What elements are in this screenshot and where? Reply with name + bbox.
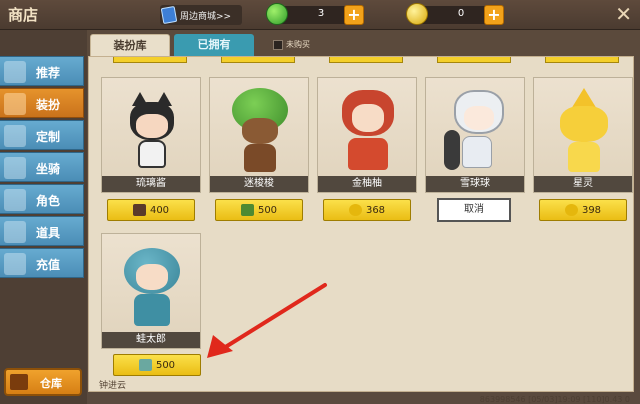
merch-mall-button[interactable]: 周边商城>>: [160, 5, 242, 25]
outfit-name: 雪球球: [426, 176, 524, 192]
unpurchased-checkbox[interactable]: [273, 39, 283, 50]
gem-balance: 3 +: [266, 3, 364, 25]
merch-mall-label: 周边商城>>: [180, 11, 232, 22]
tab-bar: 装扮库 已拥有 未购买: [87, 30, 640, 56]
outfit-name: 迷梭梭: [210, 176, 308, 192]
chest-icon: [10, 374, 28, 390]
thumbs-up-icon: [4, 61, 26, 83]
buy-button[interactable]: 400: [107, 199, 195, 221]
tree-icon: [240, 204, 254, 216]
tab-owned[interactable]: 已拥有: [174, 34, 254, 56]
gem-count: 3: [317, 8, 325, 19]
buy-button[interactable]: 398: [539, 199, 627, 221]
frog-icon: [138, 359, 152, 371]
outfit-card-wataro[interactable]: 蛙太郎: [101, 233, 201, 349]
outfit-name: 琉璃酱: [102, 176, 200, 192]
outfit-preview: [554, 88, 614, 174]
outfit-preview: [444, 90, 508, 174]
coin-icon: [348, 204, 362, 216]
outfit-name: 金柚柚: [318, 176, 416, 192]
tab-outfit-library[interactable]: 装扮库: [90, 34, 170, 56]
outfit-card-liulijiang[interactable]: 琉璃酱: [101, 77, 201, 193]
sidebar-item-custom[interactable]: 定制: [0, 120, 84, 150]
sidebar-item-recommend[interactable]: 推荐: [0, 56, 84, 86]
add-coins-button[interactable]: +: [484, 5, 504, 25]
coin-count: 0: [457, 8, 465, 19]
gem-icon: [266, 3, 288, 25]
shopping-bag-icon: [160, 5, 178, 25]
outfit-grid: 琉璃酱 400 迷梭梭 500 金柚柚 368 雪球球 取消 星灵 398 蛙太…: [88, 56, 634, 392]
outfit-icon: [4, 93, 26, 115]
buy-button[interactable]: 368: [323, 199, 411, 221]
outfit-name: 蛙太郎: [102, 332, 200, 348]
coins-stack-icon: [4, 253, 26, 275]
prev-row-button[interactable]: [545, 57, 619, 63]
outfit-preview: [126, 92, 178, 172]
warehouse-button[interactable]: 仓库: [4, 368, 82, 396]
unpurchased-filter[interactable]: 未购买: [273, 39, 310, 50]
add-gems-button[interactable]: +: [344, 5, 364, 25]
outfit-preview: [338, 90, 398, 174]
status-bar: 863998546 [05/03]19:09 [110]0.43 0: [479, 395, 630, 404]
coin-balance: 0 +: [406, 3, 504, 25]
sidebar-item-mounts[interactable]: 坐骑: [0, 152, 84, 182]
outfit-preview: [120, 242, 184, 330]
sidebar-item-props[interactable]: 道具: [0, 216, 84, 246]
sidebar-item-outfits[interactable]: 装扮: [0, 88, 84, 118]
mount-icon: [4, 157, 26, 179]
arrow-annotation: [207, 283, 327, 358]
outfit-card-misuosuo[interactable]: 迷梭梭: [209, 77, 309, 193]
close-icon[interactable]: ✕: [615, 2, 632, 26]
section-heading-partial: 钟进云: [99, 381, 127, 391]
outfit-card-xingling[interactable]: 星灵: [533, 77, 633, 193]
sidebar-item-recharge[interactable]: 充值: [0, 248, 84, 278]
coin-icon: [406, 3, 428, 25]
wand-icon: [4, 221, 26, 243]
outfit-card-jinyouyou[interactable]: 金柚柚: [317, 77, 417, 193]
character-icon: [4, 189, 26, 211]
buy-button[interactable]: 500: [215, 199, 303, 221]
prev-row-button[interactable]: [437, 57, 511, 63]
coin-icon: [564, 204, 578, 216]
outfit-card-xueqiuqiu[interactable]: 雪球球: [425, 77, 525, 193]
sidebar: 推荐 装扮 定制 坐骑 角色 道具 充值: [0, 30, 87, 404]
scissors-icon: [4, 125, 26, 147]
sidebar-item-characters[interactable]: 角色: [0, 184, 84, 214]
character-icon: [132, 204, 146, 216]
outfit-name: 星灵: [534, 176, 632, 192]
prev-row-button[interactable]: [113, 57, 187, 63]
prev-row-button[interactable]: [221, 57, 295, 63]
unpurchased-label: 未购买: [286, 40, 310, 49]
buy-button[interactable]: 500: [113, 354, 201, 376]
top-bar: 商店 周边商城>> 3 + 0 + ✕: [0, 0, 640, 30]
prev-row-button[interactable]: [329, 57, 403, 63]
page-title: 商店: [8, 6, 39, 24]
cancel-button[interactable]: 取消: [437, 198, 511, 222]
outfit-preview: [232, 88, 288, 174]
